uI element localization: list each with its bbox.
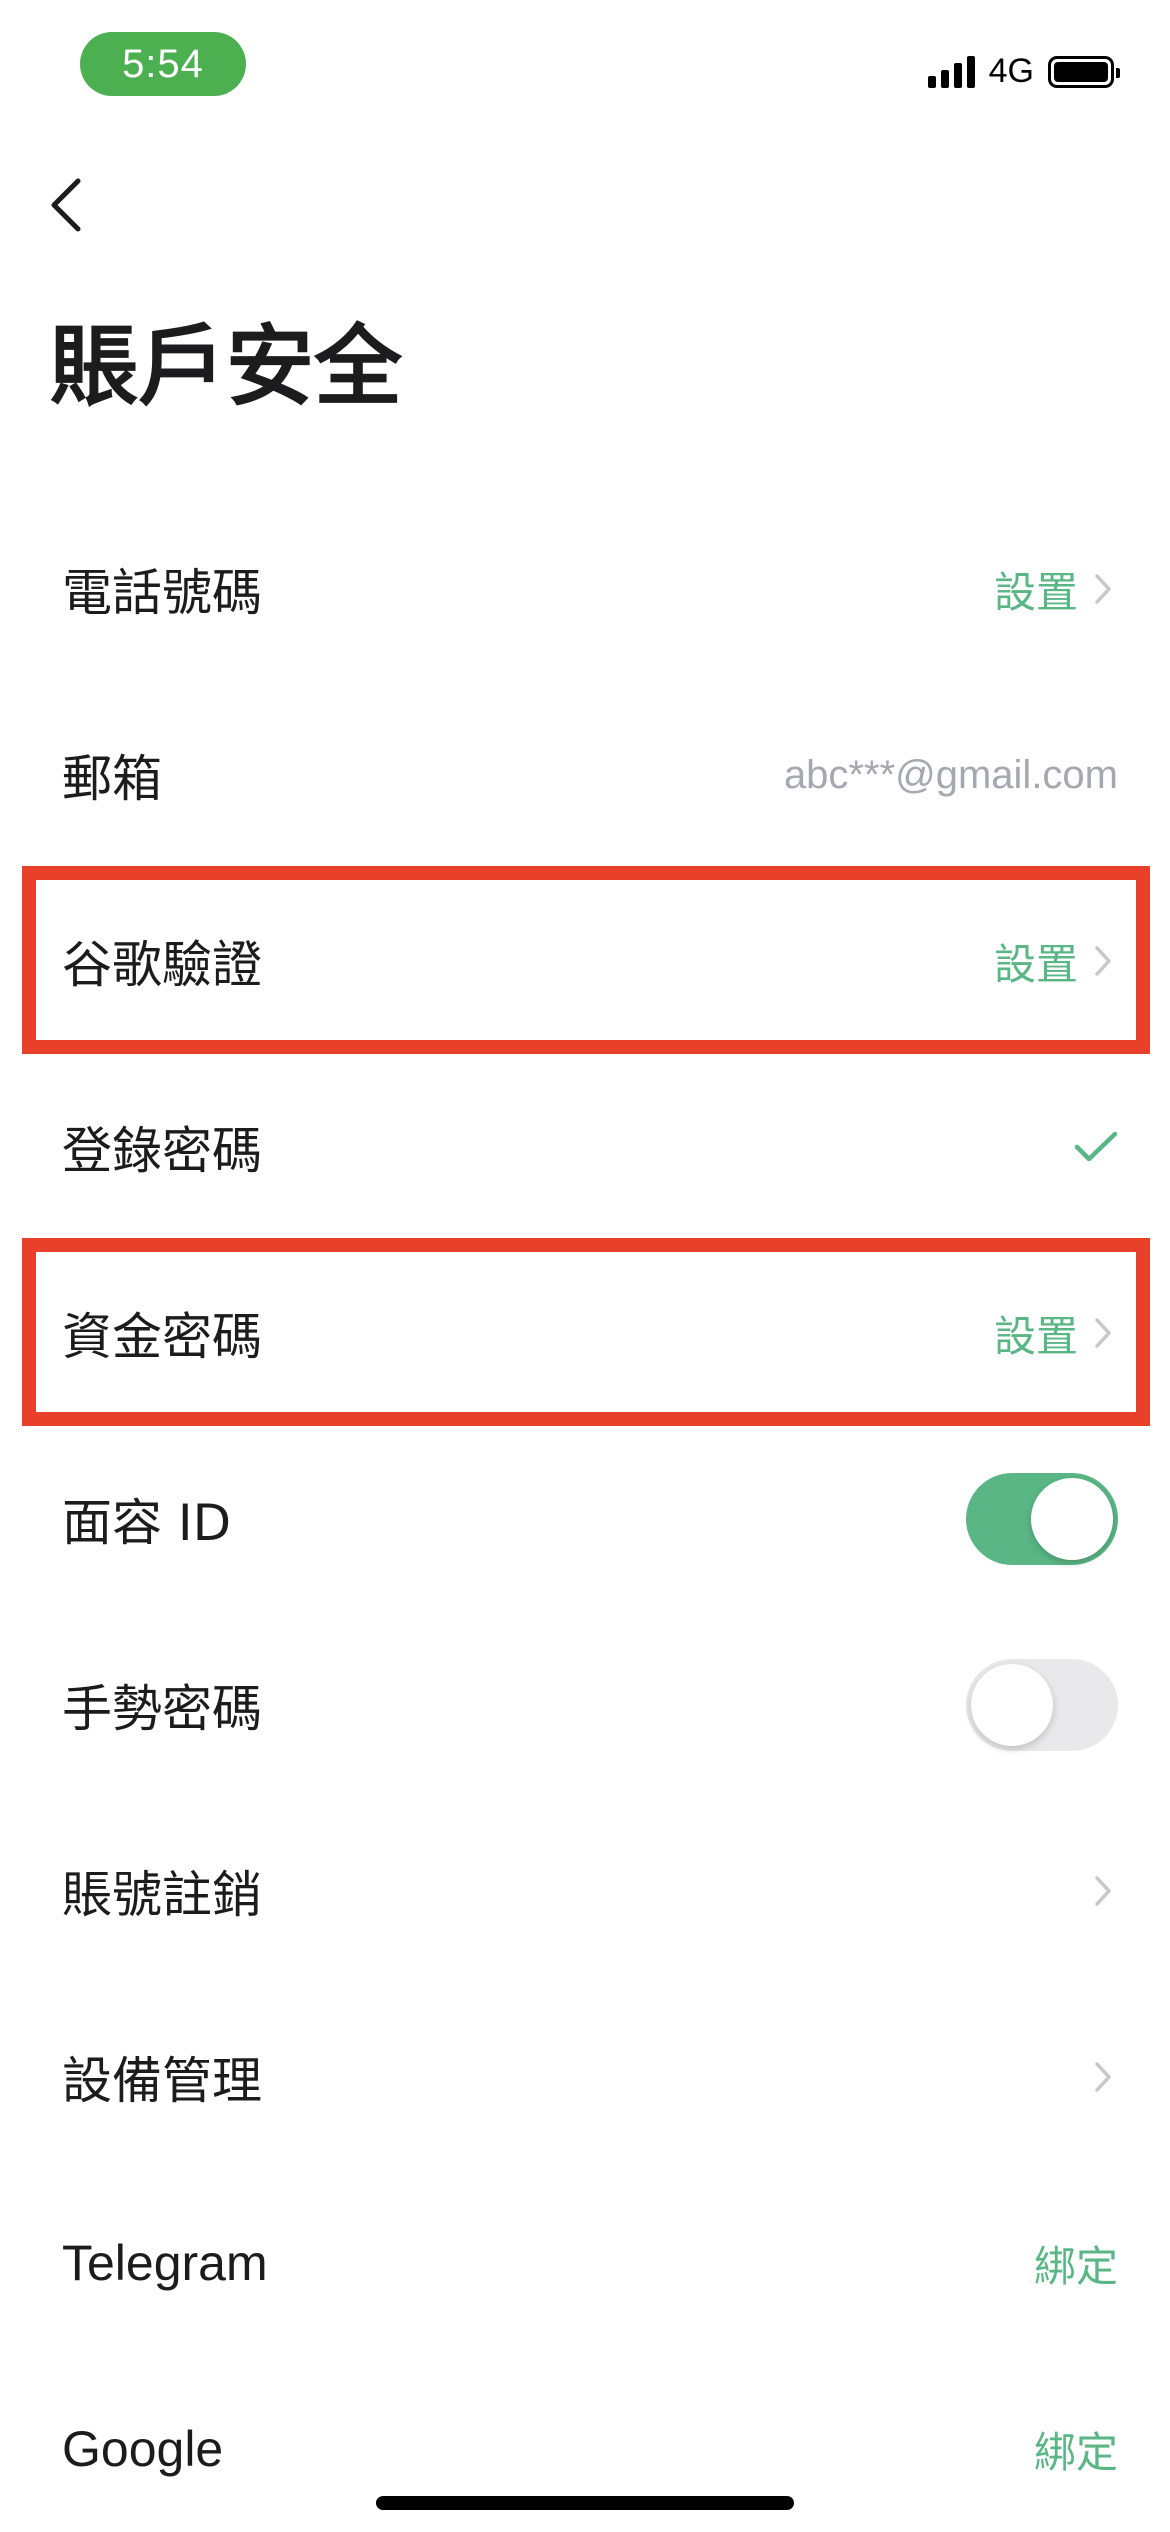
status-indicators: 4G xyxy=(927,52,1120,91)
set-action-text: 設置 xyxy=(993,1311,1078,1361)
row-google-authenticator[interactable]: 谷歌驗證 設置 xyxy=(0,868,1170,1054)
bind-action-text[interactable]: 綁定 xyxy=(1034,2419,1118,2480)
network-type: 4G xyxy=(988,52,1034,90)
bind-action-text[interactable]: 綁定 xyxy=(1034,2233,1118,2294)
settings-list: 電話號碼 設置 郵箱 abc***@gmail.com 谷歌驗證 設置 登錄密碼 xyxy=(0,496,1170,2532)
row-right: 設置 xyxy=(994,1303,1118,1364)
checkmark-icon xyxy=(1074,1131,1118,1162)
row-label: 設備管理 xyxy=(62,2052,262,2110)
email-value: abc***@gmail.com xyxy=(783,752,1118,797)
set-action-text: 設置 xyxy=(993,939,1078,989)
gesture-password-toggle[interactable] xyxy=(966,1659,1118,1751)
row-label: 谷歌驗證 xyxy=(62,936,262,994)
battery-icon xyxy=(1048,55,1120,88)
row-telegram[interactable]: Telegram 綁定 xyxy=(0,2170,1170,2356)
signal-bars-icon xyxy=(927,55,975,88)
chevron-right-icon xyxy=(1088,2055,1118,2099)
row-label: 面容 ID xyxy=(62,1494,232,1552)
account-security-screen: 5:54 4G 賬戶安全 電話號碼 設置 郵箱 abc***@gmail.com xyxy=(0,0,1170,2532)
status-time: 5:54 xyxy=(80,32,246,96)
set-action-text: 設置 xyxy=(993,567,1078,617)
chevron-right-icon xyxy=(1088,1311,1118,1355)
chevron-right-icon xyxy=(1088,939,1118,983)
row-label: Telegram xyxy=(62,2235,268,2291)
row-label: 登錄密碼 xyxy=(62,1122,262,1180)
toggle-knob xyxy=(1031,1478,1113,1560)
row-label: 電話號碼 xyxy=(62,564,262,622)
toggle-knob xyxy=(971,1664,1053,1746)
row-label: Google xyxy=(62,2421,224,2477)
row-fund-password[interactable]: 資金密碼 設置 xyxy=(0,1240,1170,1426)
row-device-management[interactable]: 設備管理 xyxy=(0,1984,1170,2170)
row-right: 設置 xyxy=(994,559,1118,620)
row-account-deletion[interactable]: 賬號註銷 xyxy=(0,1798,1170,1984)
row-label: 賬號註銷 xyxy=(62,1866,262,1924)
row-gesture-password: 手勢密碼 xyxy=(0,1612,1170,1798)
row-login-password[interactable]: 登錄密碼 xyxy=(0,1054,1170,1240)
row-face-id: 面容 ID xyxy=(0,1426,1170,1612)
row-right: 設置 xyxy=(994,931,1118,992)
back-button[interactable] xyxy=(48,170,98,240)
home-indicator[interactable] xyxy=(376,2496,794,2510)
row-label: 資金密碼 xyxy=(62,1308,262,1366)
chevron-right-icon xyxy=(1088,567,1118,611)
face-id-toggle[interactable] xyxy=(966,1473,1118,1565)
page-title: 賬戶安全 xyxy=(50,315,403,418)
row-label: 手勢密碼 xyxy=(62,1680,262,1738)
chevron-left-icon xyxy=(51,178,81,232)
row-email: 郵箱 abc***@gmail.com xyxy=(0,682,1170,868)
chevron-right-icon xyxy=(1088,1869,1118,1913)
row-label: 郵箱 xyxy=(62,750,162,808)
row-phone-number[interactable]: 電話號碼 設置 xyxy=(0,496,1170,682)
